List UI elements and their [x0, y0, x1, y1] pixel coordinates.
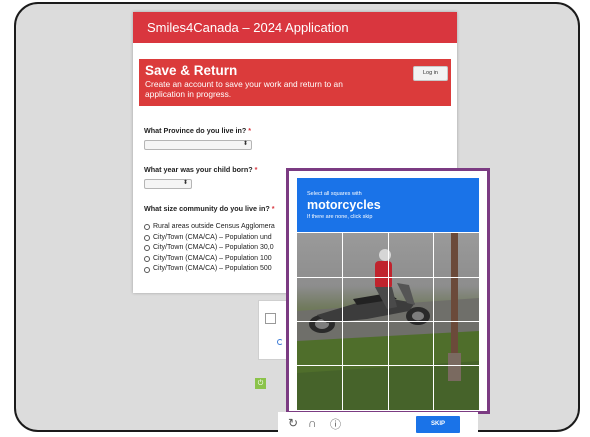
captcha-instruction: Select all squares with — [307, 191, 362, 197]
log-in-button[interactable]: Log in — [413, 66, 448, 81]
grid-line — [297, 321, 479, 322]
birth-year-label: What year was your child born? — [144, 165, 253, 174]
form-header-title: Smiles4Canada – 2024 Application — [133, 12, 457, 43]
radio-button[interactable] — [144, 256, 150, 263]
captcha-instruction-header: Select all squares with motorcycles If t… — [297, 178, 479, 232]
radio-option-label: Rural areas outside Census Agglomera — [153, 223, 275, 230]
captcha-hint: If there are none, click skip — [307, 214, 373, 220]
province-select[interactable]: ⬍ — [144, 140, 252, 150]
radio-option-label: City/Town (CMA/CA) – Population 100 — [153, 254, 272, 262]
select-arrows-icon: ⬍ — [242, 141, 248, 147]
grid-line — [297, 365, 479, 366]
community-size-question: What size community do you live in? * — [144, 204, 275, 213]
radio-option-label: City/Town (CMA/CA) – Population 500 — [153, 265, 272, 273]
screenshot-frame: Smiles4Canada – 2024 Application Save & … — [14, 2, 580, 432]
audio-icon[interactable]: ∩ — [308, 416, 317, 430]
radio-button[interactable] — [144, 224, 150, 231]
province-question: What Province do you live in? * — [144, 126, 251, 135]
birth-year-select[interactable]: ⬍ — [144, 179, 192, 189]
info-icon[interactable]: ⓘ — [330, 416, 341, 432]
skip-button[interactable]: SKIP — [416, 416, 460, 433]
grid-line — [297, 277, 479, 278]
radio-button[interactable] — [144, 234, 150, 241]
captcha-footer: ↻ ∩ ⓘ SKIP — [278, 412, 478, 437]
captcha-target-word: motorcycles — [307, 198, 381, 212]
lock-icon: ⏻ — [255, 378, 266, 389]
save-return-description: Create an account to save your work and … — [145, 79, 343, 99]
save-return-panel: Save & Return Create an account to save … — [139, 59, 451, 106]
province-label: What Province do you live in? — [144, 126, 247, 135]
birth-year-question: What year was your child born? * — [144, 165, 257, 174]
community-size-label: What size community do you live in? — [144, 204, 270, 213]
radio-button[interactable] — [144, 266, 150, 273]
radio-option-label: City/Town (CMA/CA) – Population 30,0 — [153, 244, 274, 252]
recaptcha-anchor-widget — [258, 300, 288, 360]
save-return-title: Save & Return — [145, 63, 238, 78]
radio-option-label: City/Town (CMA/CA) – Population und — [153, 233, 272, 241]
required-mark: * — [248, 126, 252, 135]
required-mark: * — [254, 165, 258, 174]
reload-icon[interactable]: ↻ — [288, 416, 298, 430]
required-mark: * — [271, 204, 275, 213]
select-arrows-icon: ⬍ — [182, 180, 188, 186]
radio-button[interactable] — [144, 245, 150, 252]
recaptcha-checkbox[interactable] — [265, 313, 276, 324]
captcha-image-grid — [297, 233, 479, 410]
captcha-challenge-popup: Select all squares with motorcycles If t… — [286, 168, 490, 414]
recaptcha-logo-icon — [277, 339, 283, 345]
